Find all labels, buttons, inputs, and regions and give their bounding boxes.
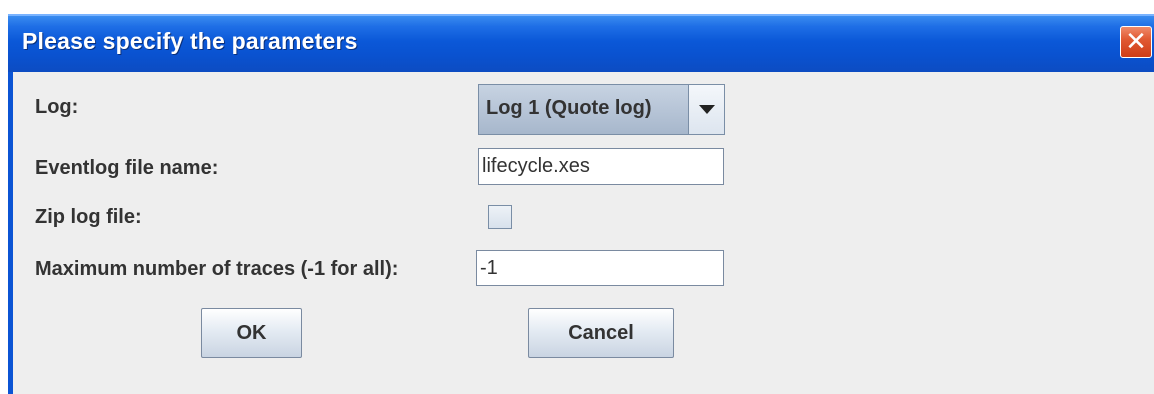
max-traces-label: Maximum number of traces (-1 for all): (35, 258, 399, 280)
zip-checkbox[interactable] (488, 205, 512, 229)
filename-label: Eventlog file name: (35, 157, 219, 179)
parameters-dialog: Please specify the parameters ✕ Log: Log… (0, 0, 1154, 394)
close-button[interactable]: ✕ (1120, 26, 1152, 58)
dialog-title: Please specify the parameters (22, 28, 358, 54)
close-icon: ✕ (1125, 26, 1147, 56)
cancel-button[interactable]: Cancel (528, 308, 674, 358)
log-dropdown[interactable]: Log 1 (Quote log) (478, 84, 725, 135)
zip-label: Zip log file: (35, 206, 142, 228)
ok-button[interactable]: OK (201, 308, 302, 358)
title-bar[interactable]: Please specify the parameters ✕ (8, 14, 1154, 72)
log-label: Log: (35, 96, 79, 118)
log-dropdown-value: Log 1 (Quote log) (486, 97, 652, 119)
dialog-content: Log: Log 1 (Quote log) Eventlog file nam… (13, 72, 1154, 394)
max-traces-input[interactable] (476, 250, 724, 286)
filename-input[interactable] (478, 148, 724, 185)
chevron-down-icon[interactable] (688, 85, 724, 134)
